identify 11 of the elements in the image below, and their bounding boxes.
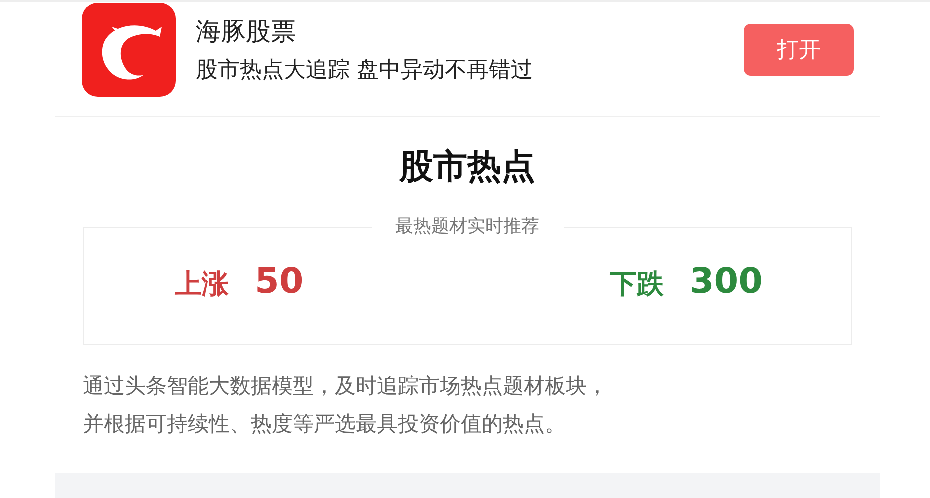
section-title: 股市热点 [398, 146, 536, 189]
stat-value: 300 [690, 262, 763, 302]
description-text: 通过头条智能大数据模型，及时追踪市场热点题材板块， [83, 373, 608, 400]
app-tagline: 股市热点大追踪 盘中异动不再错过 [196, 57, 534, 85]
stat-label: 下跌 [610, 268, 664, 302]
open-button[interactable]: 打开 [744, 24, 854, 76]
stat-value: 50 [255, 262, 304, 302]
app-name: 海豚股票 [196, 16, 297, 48]
stat-label: 上涨 [175, 268, 229, 302]
description-text: 并根据可持续性、热度等严选最具投资价值的热点。 [83, 411, 566, 438]
app-logo-icon [82, 3, 176, 97]
